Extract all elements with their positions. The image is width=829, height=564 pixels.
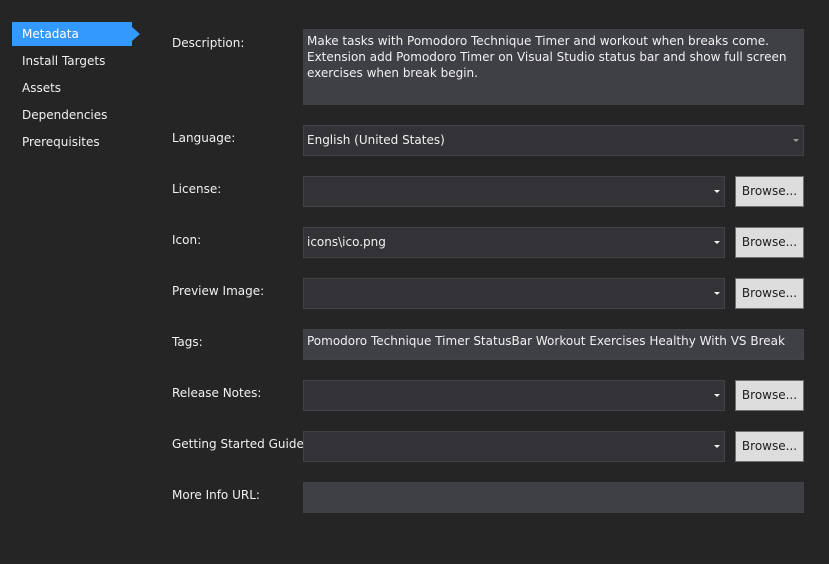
license-browse-button[interactable]: Browse... [735, 176, 804, 207]
getting-started-combo[interactable] [303, 431, 725, 462]
sidebar-item-assets[interactable]: Assets [12, 76, 132, 100]
sidebar: Metadata Install Targets Assets Dependen… [0, 0, 150, 564]
browse-button-label: Browse... [741, 388, 798, 402]
chevron-down-icon[interactable] [714, 292, 720, 295]
more-info-url-field[interactable] [303, 482, 804, 513]
license-label: License: [172, 182, 222, 196]
sidebar-item-dependencies[interactable]: Dependencies [12, 103, 132, 127]
language-select[interactable]: English (United States) [303, 125, 804, 156]
license-combo[interactable] [303, 176, 725, 207]
icon-browse-button[interactable]: Browse... [735, 227, 804, 258]
tags-field[interactable]: Pomodoro Technique Timer StatusBar Worko… [303, 329, 804, 360]
release-notes-combo[interactable] [303, 380, 725, 411]
browse-button-label: Browse... [741, 235, 798, 249]
sidebar-item-label: Assets [22, 81, 62, 95]
selection-arrow-icon [132, 27, 140, 41]
browse-button-label: Browse... [741, 286, 798, 300]
chevron-down-icon[interactable] [714, 241, 720, 244]
language-label: Language: [172, 131, 236, 145]
description-field[interactable]: Make tasks with Pomodoro Technique Timer… [303, 29, 804, 105]
chevron-down-icon[interactable] [793, 139, 799, 142]
sidebar-item-label: Install Targets [22, 54, 106, 68]
icon-combo[interactable]: icons\ico.png [303, 227, 725, 258]
description-value: Make tasks with Pomodoro Technique Timer… [307, 34, 787, 80]
preview-image-browse-button[interactable]: Browse... [735, 278, 804, 309]
chevron-down-icon[interactable] [714, 394, 720, 397]
tags-value: Pomodoro Technique Timer StatusBar Worko… [307, 334, 785, 348]
tags-label: Tags: [172, 335, 203, 349]
release-notes-browse-button[interactable]: Browse... [735, 380, 804, 411]
sidebar-item-prerequisites[interactable]: Prerequisites [12, 130, 132, 154]
description-label: Description: [172, 36, 245, 50]
language-value: English (United States) [307, 133, 445, 147]
more-info-url-label: More Info URL: [172, 488, 260, 502]
chevron-down-icon[interactable] [714, 445, 720, 448]
icon-value: icons\ico.png [307, 235, 386, 249]
sidebar-item-label: Prerequisites [22, 135, 100, 149]
manifest-designer: Metadata Install Targets Assets Dependen… [0, 0, 829, 564]
browse-button-label: Browse... [741, 184, 798, 198]
sidebar-item-label: Dependencies [22, 108, 108, 122]
icon-label: Icon: [172, 233, 202, 247]
chevron-down-icon[interactable] [714, 190, 720, 193]
sidebar-item-metadata[interactable]: Metadata [12, 22, 140, 46]
getting-started-label: Getting Started Guide: [172, 437, 308, 451]
sidebar-item-label: Metadata [22, 27, 79, 41]
sidebar-item-install-targets[interactable]: Install Targets [12, 49, 132, 73]
preview-image-combo[interactable] [303, 278, 725, 309]
release-notes-label: Release Notes: [172, 386, 262, 400]
getting-started-browse-button[interactable]: Browse... [735, 431, 804, 462]
browse-button-label: Browse... [741, 439, 798, 453]
preview-image-label: Preview Image: [172, 284, 265, 298]
